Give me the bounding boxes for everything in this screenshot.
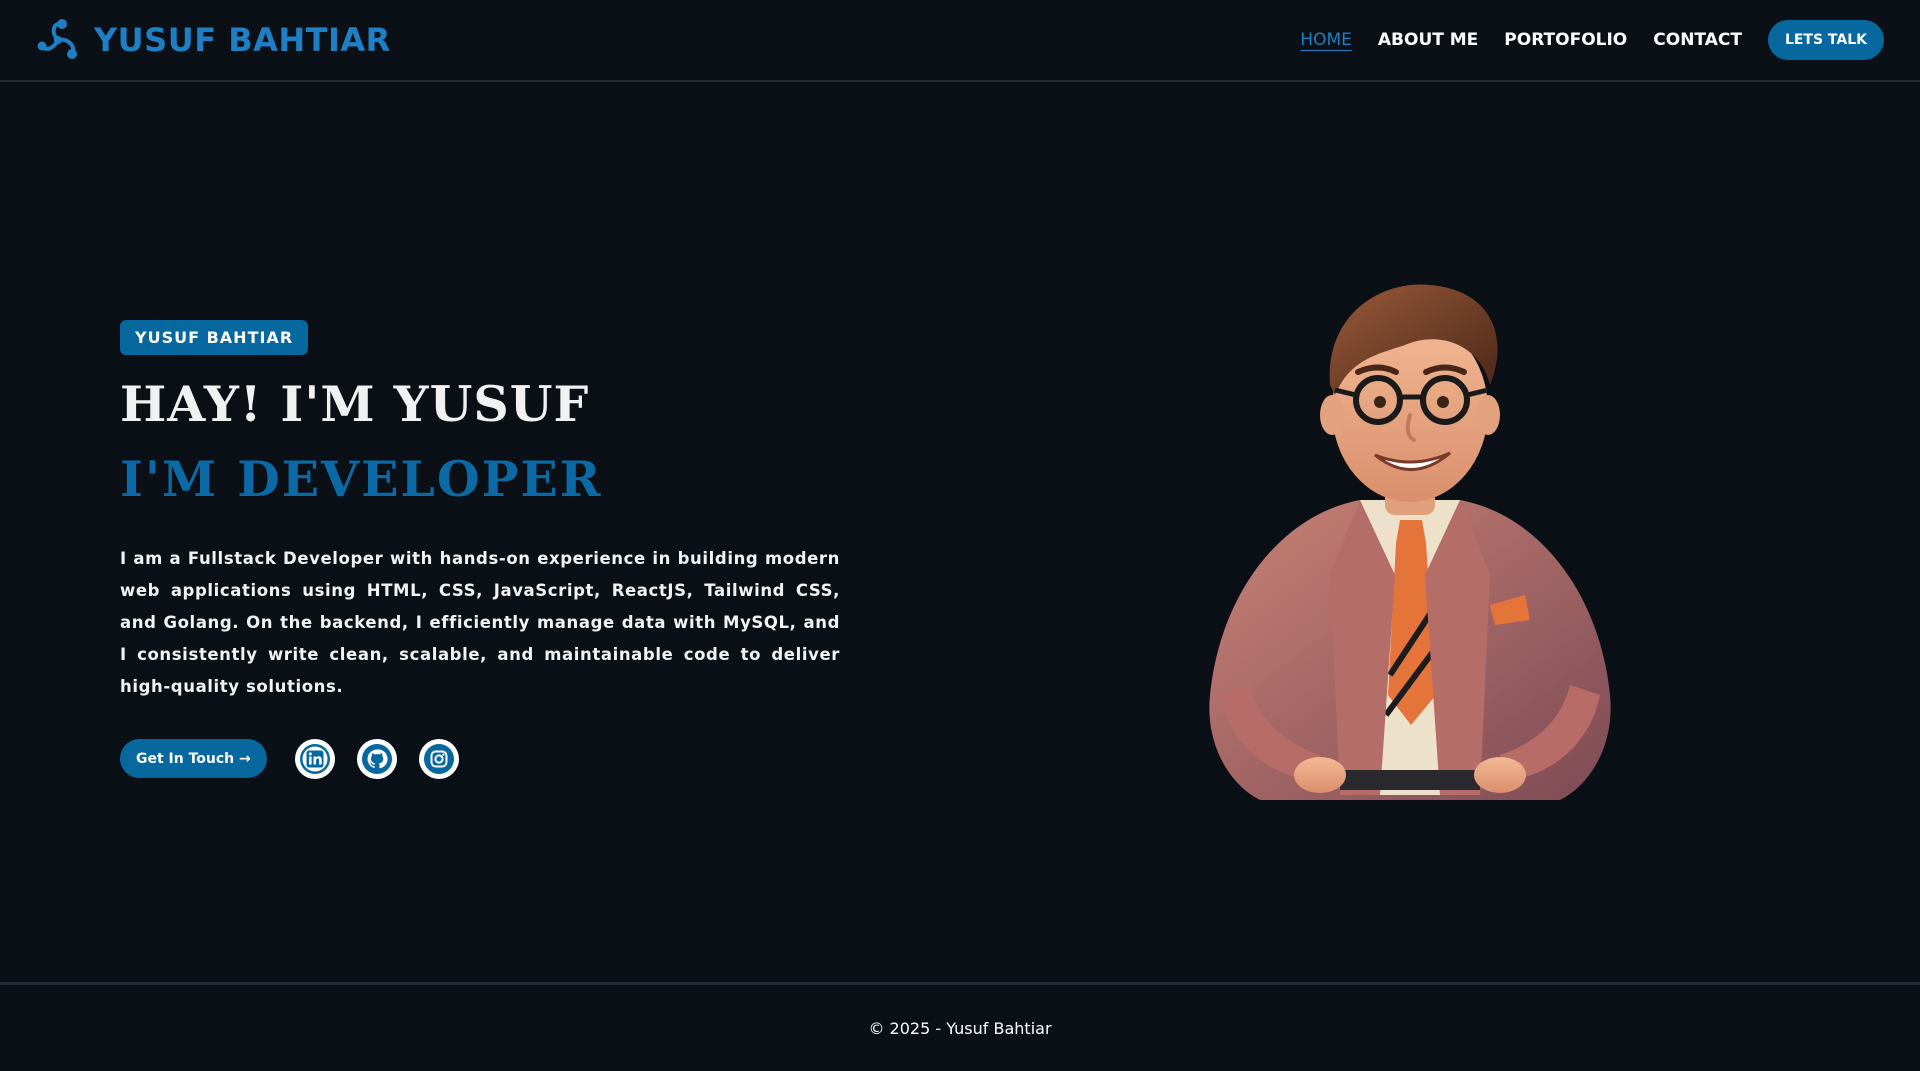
site-header: YUSUF BAHTIAR HOME ABOUT ME PORTOFOLIO C… <box>0 0 1920 82</box>
lets-talk-button[interactable]: LETS TALK <box>1767 20 1884 60</box>
hero-intro: YUSUF BAHTIAR HAY! I'M YUSUF I'M DEVELOP… <box>120 320 840 779</box>
instagram-icon <box>423 743 454 774</box>
brand-name: YUSUF BAHTIAR <box>94 21 391 59</box>
github-link[interactable] <box>356 738 397 779</box>
nav-about-link[interactable]: ABOUT ME <box>1378 30 1478 50</box>
hero-title: HAY! I'M YUSUF <box>120 375 590 433</box>
linkedin-link[interactable] <box>294 738 335 779</box>
hero-description: I am a Fullstack Developer with hands-on… <box>120 548 840 696</box>
instagram-link[interactable] <box>418 738 459 779</box>
copyright-text: © 2025 - Yusuf Bahtiar <box>868 1018 1052 1038</box>
nav-contact-link[interactable]: CONTACT <box>1653 30 1742 50</box>
get-in-touch-button[interactable]: Get In Touch → <box>120 739 267 779</box>
name-badge: YUSUF BAHTIAR <box>120 320 309 355</box>
github-icon <box>361 743 392 774</box>
developer-avatar-illustration <box>1190 275 1630 810</box>
brand-home-link[interactable]: YUSUF BAHTIAR <box>36 16 391 64</box>
nav-portfolio-link[interactable]: PORTOFOLIO <box>1504 30 1627 50</box>
linkedin-icon <box>299 743 330 774</box>
site-footer: © 2025 - Yusuf Bahtiar <box>0 982 1920 1071</box>
cartoon-developer-icon <box>1209 284 1611 800</box>
hero-subtitle: I'M DEVELOPER <box>120 449 603 508</box>
nav-home-link[interactable]: HOME <box>1300 30 1352 50</box>
molecule-logo-icon <box>37 19 77 59</box>
main-nav: HOME ABOUT ME PORTOFOLIO CONTACT LETS TA… <box>1300 20 1884 60</box>
cta-row: Get In Touch → <box>120 738 840 779</box>
